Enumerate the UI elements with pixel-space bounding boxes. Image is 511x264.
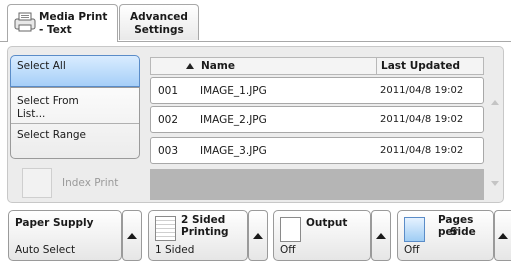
pages-per-side-icon (404, 217, 425, 242)
divider (376, 58, 377, 75)
chevron-up-icon (253, 232, 263, 239)
output-icon (280, 217, 301, 242)
two-sided-value: 1 Sided (155, 244, 195, 256)
scroll-down-icon (491, 180, 499, 186)
output-arrow-button[interactable] (371, 210, 391, 261)
table-row[interactable]: 002 IMAGE_2.JPG 2011/04/8 19:02 (150, 106, 484, 133)
table-row[interactable]: 003 IMAGE_3.JPG 2011/04/8 19:02 (150, 137, 484, 164)
table-header: Name Last Updated (150, 57, 484, 75)
pages-per-side-title-line2: Side (450, 226, 476, 238)
tab-label-line1: Media Print (39, 11, 108, 23)
paper-supply-arrow-button[interactable] (122, 210, 142, 261)
paper-supply-title: Paper Supply (15, 217, 94, 229)
two-sided-title-line1: 2 Sided (181, 214, 226, 226)
sort-ascending-icon[interactable] (186, 63, 194, 69)
tab-label-line2: - Text (39, 24, 72, 36)
file-name: IMAGE_3.JPG (200, 145, 267, 157)
select-all-button[interactable]: Select All (10, 55, 140, 87)
scroll-down-button[interactable] (486, 168, 504, 198)
row-number: 003 (158, 145, 179, 157)
two-sided-title-line2: Printing (181, 226, 229, 238)
select-from-list-label-line1: Select From (17, 95, 79, 107)
last-updated: 2011/04/8 19:02 (380, 114, 464, 125)
two-sided-printing-button[interactable]: 2 Sided Printing 1 Sided (148, 210, 248, 261)
tab-advanced-settings[interactable]: Advanced Settings (119, 4, 199, 40)
tab-media-print-text[interactable]: Media Print - Text (7, 4, 118, 42)
last-updated: 2011/04/8 19:02 (380, 145, 464, 156)
chevron-up-icon (127, 232, 137, 239)
select-from-list-button[interactable]: Select From List... (11, 91, 139, 123)
selection-options-group: Select From List... Select Range (10, 87, 140, 159)
pages-per-side-button[interactable]: Pages per Side Off (397, 210, 494, 261)
table-row[interactable]: 001 IMAGE_1.JPG 2011/04/8 19:02 (150, 77, 484, 104)
last-updated: 2011/04/8 19:02 (380, 85, 464, 96)
row-number: 001 (158, 85, 179, 97)
table-empty-area (150, 169, 484, 200)
file-name: IMAGE_1.JPG (200, 85, 267, 97)
select-range-button[interactable]: Select Range (11, 125, 139, 157)
select-range-label: Select Range (17, 129, 87, 141)
tab-label-line1: Advanced (130, 11, 188, 23)
output-button[interactable]: Output Off (273, 210, 371, 261)
chevron-up-icon (498, 232, 508, 239)
scroll-up-button[interactable] (486, 87, 504, 117)
output-value: Off (280, 244, 296, 256)
index-print-label: Index Print (62, 177, 119, 189)
pages-per-side-value: Off (404, 244, 420, 256)
two-sided-arrow-button[interactable] (248, 210, 268, 261)
document-icon (155, 216, 176, 241)
media-print-icon (14, 12, 36, 32)
pages-per-side-arrow-button[interactable] (494, 210, 511, 261)
column-header-last-updated[interactable]: Last Updated (381, 60, 460, 72)
file-name: IMAGE_2.JPG (200, 114, 267, 126)
index-print-checkbox[interactable]: Index Print (22, 168, 140, 200)
scroll-up-icon (491, 99, 499, 105)
tab-label-line2: Settings (134, 24, 184, 36)
paper-supply-button[interactable]: Paper Supply Auto Select (8, 210, 122, 261)
output-title: Output (306, 217, 348, 229)
select-all-label: Select All (17, 60, 66, 72)
select-from-list-label-line2: List... (17, 108, 46, 120)
paper-supply-value: Auto Select (15, 244, 76, 256)
chevron-up-icon (376, 232, 386, 239)
column-header-name[interactable]: Name (201, 60, 235, 72)
checkbox-icon (22, 168, 52, 198)
row-number: 002 (158, 114, 179, 126)
divider (11, 123, 139, 124)
